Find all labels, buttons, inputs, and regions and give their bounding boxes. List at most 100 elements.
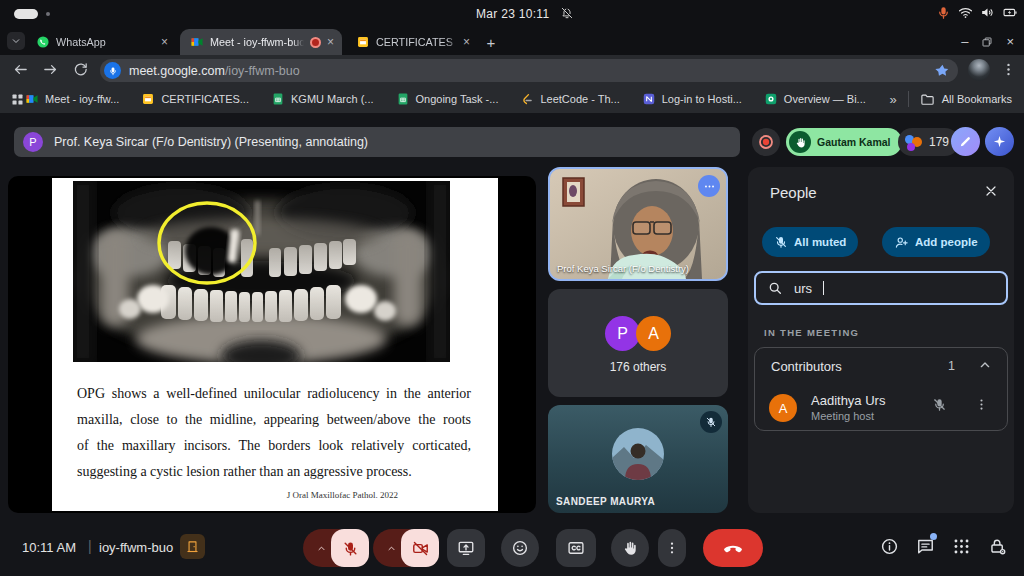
recording-indicator[interactable]: [752, 128, 780, 156]
meeting-details-icon[interactable]: [880, 537, 899, 556]
group-count: 1: [948, 359, 955, 373]
others-count-label: 176 others: [548, 360, 728, 374]
meeting-code: ioy-ffwm-buo: [99, 540, 173, 555]
workspace-dot[interactable]: [46, 12, 50, 16]
apps-grid-icon[interactable]: [10, 92, 25, 107]
presentation-stage[interactable]: OPG shows a well-defined unilocular radi…: [8, 176, 536, 513]
tile-options-button[interactable]: [698, 175, 720, 197]
presenter-banner-text: Prof. Keya Sircar (F/o Dentistry) (Prese…: [54, 135, 368, 149]
collapse-chevron-icon[interactable]: [977, 357, 993, 373]
volume-icon[interactable]: [980, 5, 995, 20]
profile-avatar[interactable]: [968, 59, 990, 81]
tab-close-icon[interactable]: ×: [161, 36, 168, 48]
wifi-icon[interactable]: [958, 5, 973, 20]
browser-menu-icon[interactable]: [1000, 61, 1017, 78]
meeting-time: 10:11 AM: [22, 540, 76, 555]
chat-notification-dot: [930, 533, 937, 540]
whatsapp-icon: [36, 35, 50, 49]
slide-citation: J Oral Maxillofac Pathol. 2022: [52, 490, 398, 500]
bookmark-leetcode[interactable]: LeetCode - Th...: [520, 92, 619, 106]
hand-raised-pill[interactable]: Gautam Kamal: [786, 128, 902, 156]
meet-icon: [25, 92, 39, 106]
pptx-icon: [356, 35, 370, 49]
activities-icon[interactable]: [952, 537, 971, 556]
address-bar[interactable]: meet.google.com/ioy-ffwm-buo: [100, 59, 958, 82]
tab-mic-in-use-icon[interactable]: [104, 62, 121, 79]
tab-close-icon[interactable]: ×: [327, 36, 334, 48]
meet-page: P Prof. Keya Sircar (F/o Dentistry) (Pre…: [0, 113, 1024, 576]
browser-toolbar: meet.google.com/ioy-ffwm-buo: [0, 55, 1024, 85]
present-button[interactable]: [447, 529, 485, 567]
tile-label: SANDEEP MAURYA: [556, 496, 655, 507]
participant-count[interactable]: 179: [898, 128, 959, 156]
overview-icon: [764, 92, 778, 106]
reactions-button[interactable]: [501, 529, 539, 567]
presenter-avatar: P: [23, 132, 43, 152]
back-button[interactable]: [12, 61, 29, 78]
divider: |: [88, 538, 92, 554]
camera-off-button[interactable]: [401, 529, 439, 567]
host-controls-icon[interactable]: [988, 537, 1007, 556]
member-options-icon[interactable]: [974, 397, 989, 412]
system-clock[interactable]: Mar 23 10:11: [476, 7, 549, 21]
tile-label: Prof Keya Sircar (F/o Dentistry): [557, 263, 689, 274]
reload-button[interactable]: [72, 61, 89, 78]
participant-avatar: [612, 428, 664, 480]
bookmark-kgmu[interactable]: KGMU March (...: [271, 92, 374, 106]
muted-mic-icon: [700, 411, 722, 433]
search-value: urs: [794, 281, 812, 296]
video-tile-presenter[interactable]: Prof Keya Sircar (F/o Dentistry): [548, 167, 728, 281]
member-muted-mic-icon[interactable]: [932, 397, 947, 412]
bookmark-meet[interactable]: Meet - ioy-ffw...: [25, 92, 119, 106]
people-panel: People All muted Add people urs IN THE M…: [748, 167, 1014, 513]
video-tile-sandeep[interactable]: SANDEEP MAURYA: [548, 405, 728, 513]
tab-close-icon[interactable]: ×: [463, 36, 470, 48]
end-call-button[interactable]: [703, 529, 763, 567]
tab-recording-indicator: [310, 37, 321, 48]
mute-all-button[interactable]: All muted: [762, 227, 858, 257]
sheets-icon: [396, 92, 410, 106]
microphone-active-icon: [936, 5, 951, 20]
avatar-a: A: [636, 316, 671, 351]
video-tile-others[interactable]: P A 176 others: [548, 289, 728, 397]
slides-icon: [141, 92, 155, 106]
close-button[interactable]: ×: [1006, 34, 1014, 49]
folder-icon: [920, 92, 935, 107]
battery-icon[interactable]: [1002, 5, 1018, 20]
mic-muted-button[interactable]: [331, 529, 369, 567]
bookmark-hosting[interactable]: Log-in to Hosti...: [642, 92, 742, 106]
bookmark-ongoing-task[interactable]: Ongoing Task -...: [396, 92, 499, 106]
minimize-button[interactable]: –: [961, 34, 968, 49]
workspace-indicator[interactable]: [14, 9, 38, 19]
forward-button[interactable]: [42, 61, 59, 78]
close-panel-icon[interactable]: [983, 183, 999, 199]
bookmarks-overflow-icon[interactable]: »: [889, 92, 896, 107]
tab-whatsapp[interactable]: WhatsApp ×: [26, 29, 176, 55]
door-icon[interactable]: [180, 534, 205, 559]
all-bookmarks-button[interactable]: All Bookmarks: [920, 92, 1012, 107]
tab-certificates[interactable]: CERTIFICATES PPT..pptx ×: [346, 29, 478, 55]
search-people-input[interactable]: urs: [754, 271, 1008, 305]
bookmark-certificates[interactable]: CERTIFICATES...: [141, 92, 249, 106]
contributors-card: Contributors 1 A Aadithya Urs Meeting ho…: [754, 347, 1008, 431]
group-label: Contributors: [771, 359, 842, 374]
more-options-button[interactable]: [658, 529, 686, 567]
add-people-button[interactable]: Add people: [882, 227, 990, 257]
annotation-pencil-button[interactable]: [951, 127, 980, 156]
tab-meet[interactable]: Meet - ioy-ffwm-buo ×: [180, 29, 342, 55]
leetcode-icon: [520, 92, 534, 106]
url-text: meet.google.com/ioy-ffwm-buo: [129, 64, 300, 78]
restore-button[interactable]: [981, 36, 993, 48]
presenter-banner: P Prof. Keya Sircar (F/o Dentistry) (Pre…: [14, 127, 740, 157]
divider: [908, 91, 909, 107]
gemini-sparkle-button[interactable]: [985, 127, 1014, 156]
tab-strip: WhatsApp × Meet - ioy-ffwm-buo × CERTIFI…: [0, 27, 1024, 55]
new-tab-button[interactable]: +: [482, 33, 500, 51]
notifications-muted-icon: [560, 6, 574, 20]
bookmark-star-icon[interactable]: [935, 63, 950, 78]
tab-search-button[interactable]: [7, 32, 25, 50]
member-avatar: A: [769, 394, 797, 422]
bookmark-overview[interactable]: Overview — Bi...: [764, 92, 866, 106]
raise-hand-button[interactable]: [611, 529, 649, 567]
captions-button[interactable]: [556, 529, 596, 567]
